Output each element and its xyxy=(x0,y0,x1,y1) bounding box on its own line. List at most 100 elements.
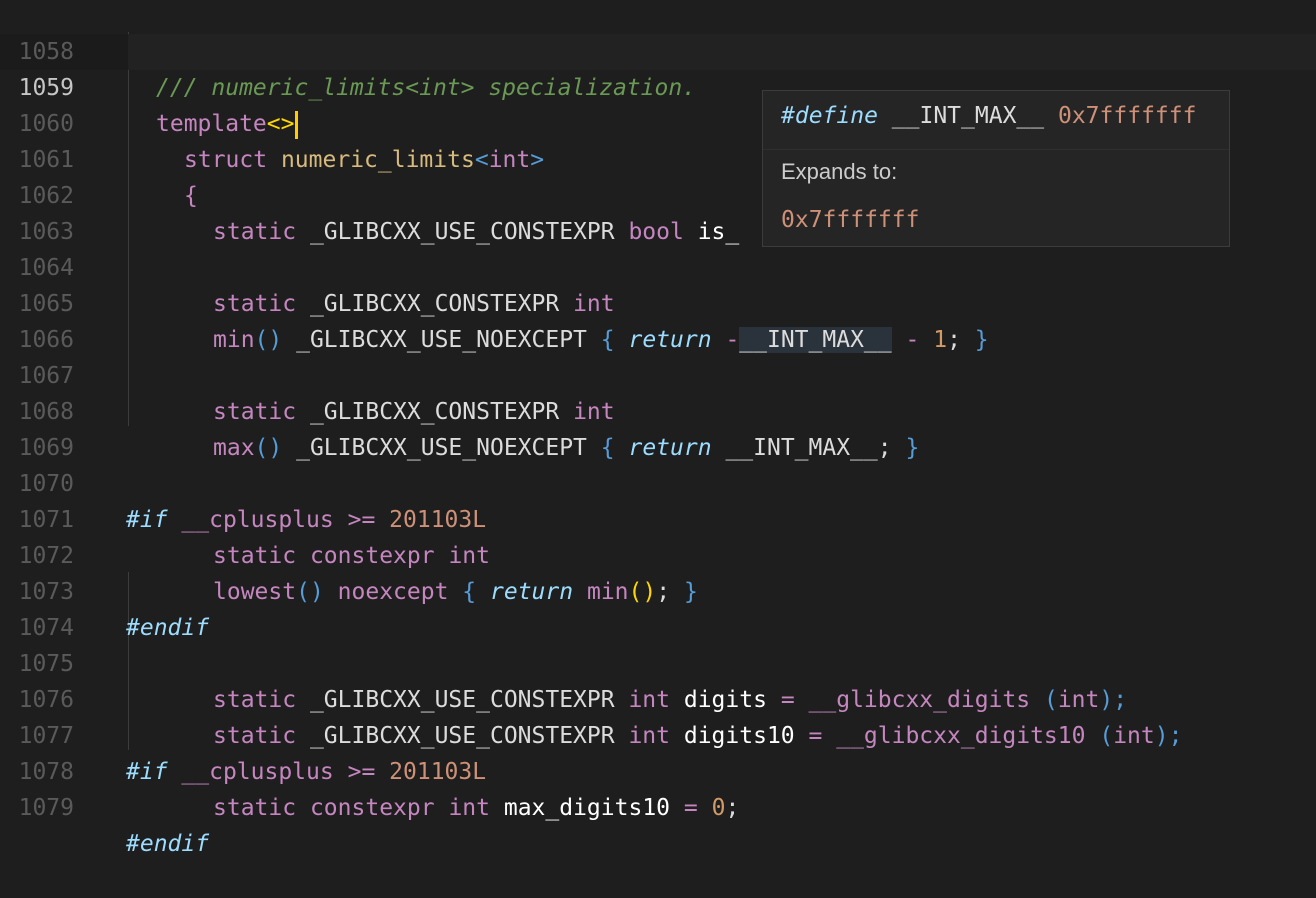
line-number: 1075 xyxy=(18,651,74,677)
brace: } xyxy=(683,579,698,605)
code-line[interactable]: 1066 xyxy=(0,286,1316,353)
expands-label: Expands to: xyxy=(781,159,898,184)
line-number: 1078 xyxy=(18,759,74,785)
macro-call: __glibcxx_digits xyxy=(808,687,1031,713)
line-number: 1058 xyxy=(18,39,74,65)
macro-name: _GLIBCXX_USE_CONSTEXPR xyxy=(309,723,615,749)
semicolon: ; xyxy=(947,327,961,353)
hovered-macro[interactable]: __INT_MAX__ xyxy=(739,327,892,353)
line-number: 1068 xyxy=(18,399,74,425)
semicolon: ; xyxy=(877,435,892,461)
macro-name: __cplusplus xyxy=(181,507,334,533)
template-brackets: <> xyxy=(266,111,295,137)
line-number: 1062 xyxy=(18,183,74,209)
keyword: static xyxy=(213,219,297,245)
return-keyword: return xyxy=(628,435,712,461)
macro-value: 0x7fffffff xyxy=(1057,103,1197,129)
identifier: max_digits10 xyxy=(503,795,671,821)
keyword: template xyxy=(156,111,267,137)
paren: ); xyxy=(1154,723,1183,749)
text-caret xyxy=(295,110,299,139)
divider xyxy=(763,149,1229,150)
line-number: 1077 xyxy=(18,723,74,749)
expansion-value: 0x7fffffff xyxy=(781,207,920,233)
semicolon: ; xyxy=(725,795,740,821)
keyword: constexpr xyxy=(309,543,435,569)
macro-name: _GLIBCXX_USE_CONSTEXPR xyxy=(309,219,615,245)
return-keyword: return xyxy=(628,327,712,353)
keyword: struct xyxy=(184,147,268,173)
brace: { xyxy=(462,579,477,605)
brace: { xyxy=(600,327,615,353)
macro-name: _GLIBCXX_CONSTEXPR xyxy=(309,399,560,425)
line-number: 1064 xyxy=(18,255,74,281)
line-number: 1066 xyxy=(18,327,74,353)
operator: = xyxy=(808,723,823,749)
macro-name: __INT_MAX__ xyxy=(725,435,878,461)
macro-name: __cplusplus xyxy=(181,759,334,785)
code-line[interactable]: 1058 /// numeric_limits<int> specializat… xyxy=(0,0,1316,101)
operator: - xyxy=(725,327,740,353)
return-keyword: return xyxy=(490,579,574,605)
type-keyword: int xyxy=(573,291,615,317)
hover-tooltip[interactable]: #define __INT_MAX__ 0x7fffffff Expands t… xyxy=(762,90,1230,247)
line-number: 1067 xyxy=(18,363,74,389)
keyword: constexpr xyxy=(309,795,435,821)
bracket: > xyxy=(530,147,545,173)
keyword: static xyxy=(213,399,297,425)
number-literal: 201103L xyxy=(389,759,487,785)
macro-call: __glibcxx_digits10 xyxy=(836,723,1086,749)
type-keyword: int xyxy=(1113,723,1155,749)
bracket: < xyxy=(474,147,489,173)
brace: } xyxy=(905,435,920,461)
brace: } xyxy=(974,327,989,353)
define-keyword: #define xyxy=(781,103,878,129)
hover-signature: #define __INT_MAX__ 0x7fffffff xyxy=(781,103,1196,129)
identifier: digits xyxy=(683,687,767,713)
preprocessor-directive: #if xyxy=(126,759,168,785)
line-number: 1073 xyxy=(18,579,74,605)
type-keyword: int xyxy=(1057,687,1100,713)
operator: = xyxy=(683,795,698,821)
line-number: 1061 xyxy=(18,147,74,173)
paren: ( xyxy=(1099,723,1114,749)
line-number: 1063 xyxy=(18,219,74,245)
keyword: static xyxy=(213,291,297,317)
line-number: 1072 xyxy=(18,543,74,569)
type-keyword: int xyxy=(488,147,531,173)
type-keyword: int xyxy=(628,687,670,713)
parens: () xyxy=(254,435,283,461)
parens: () xyxy=(296,579,324,605)
number-literal: 0 xyxy=(711,795,726,821)
identifier: digits10 xyxy=(683,723,795,749)
identifier: is_ xyxy=(697,219,740,245)
operator: >= xyxy=(347,759,376,785)
parens: () xyxy=(628,579,657,605)
code-line[interactable]: 1069 xyxy=(0,394,1316,461)
line-number: 1059 xyxy=(18,75,74,101)
parens: () xyxy=(254,327,283,353)
line-number: 1065 xyxy=(18,291,74,317)
macro-name: _GLIBCXX_USE_NOEXCEPT xyxy=(296,435,587,461)
struct-name: numeric_limits xyxy=(280,147,475,173)
macro-name: _GLIBCXX_USE_NOEXCEPT xyxy=(296,327,587,353)
code-line[interactable]: 1071 static constexpr int xyxy=(0,466,1316,569)
code-line[interactable]: 1065 min() _GLIBCXX_USE_NOEXCEPT { retur… xyxy=(0,250,1316,353)
code-line[interactable]: 1068 max() _GLIBCXX_USE_NOEXCEPT { retur… xyxy=(0,358,1316,461)
type-keyword: int xyxy=(448,795,490,821)
type-keyword: int xyxy=(573,399,615,425)
code-line[interactable]: 1073 #endif xyxy=(0,538,1316,641)
code-line-current[interactable]: 1059 template<> xyxy=(0,34,1316,139)
function-name: min xyxy=(586,579,629,605)
line-number: 1076 xyxy=(18,687,74,713)
keyword: static xyxy=(213,723,297,749)
code-line[interactable]: 1076 static _GLIBCXX_USE_CONSTEXPR int d… xyxy=(0,646,1316,749)
brace: { xyxy=(600,435,615,461)
paren: ( xyxy=(1043,687,1058,713)
line-number: 1074 xyxy=(18,615,74,641)
operator: = xyxy=(780,687,795,713)
type-keyword: bool xyxy=(628,219,684,245)
line-number: 1060 xyxy=(18,111,74,137)
number-literal: 1 xyxy=(933,327,948,353)
paren: ); xyxy=(1099,687,1128,713)
